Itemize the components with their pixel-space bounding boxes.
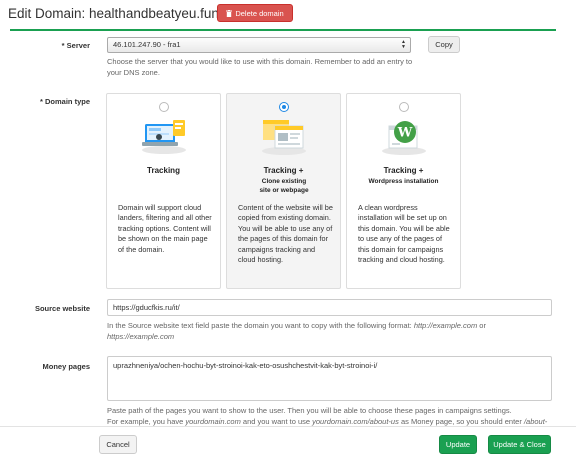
- money-help-line-2-prefix: For example, you have: [107, 417, 186, 426]
- wordpress-icon: W: [377, 112, 431, 156]
- modal-header: Edit Domain: healthandbeatyeu.fun Delete…: [0, 0, 576, 32]
- delete-domain-label: Delete domain: [235, 8, 284, 18]
- source-help-or: or: [477, 321, 486, 330]
- money-help-em-2: yourdomain.com/about-us: [312, 417, 399, 426]
- radio-tracking[interactable]: [159, 102, 169, 112]
- clone-pages-icon: [257, 112, 311, 156]
- source-help-example-1: http://example.com: [413, 321, 478, 330]
- card-title-wordpress: Tracking +: [383, 166, 424, 175]
- source-help-text: In the Source website text field paste t…: [107, 321, 414, 330]
- card-desc-tracking: Domain will support cloud landers, filte…: [118, 203, 212, 254]
- money-pages-help: Paste path of the pages you want to show…: [107, 405, 567, 427]
- monitor-tracking-icon: [137, 112, 191, 156]
- source-website-label: Source website: [34, 304, 90, 313]
- copy-button[interactable]: Copy: [428, 36, 460, 53]
- money-pages-label: Money pages: [42, 362, 90, 371]
- update-button[interactable]: Update: [439, 435, 477, 454]
- source-help-example-2: https://example.com: [107, 332, 175, 341]
- delete-domain-button[interactable]: Delete domain: [217, 4, 293, 22]
- select-arrows-icon: ▲ ▼: [401, 39, 406, 50]
- domain-type-label: * Domain type: [39, 97, 90, 106]
- page-title: Edit Domain: healthandbeatyeu.fun: [8, 6, 219, 21]
- card-subtitle-clone: Clone existing site or webpage: [259, 178, 309, 194]
- card-title-clone: Tracking +: [263, 166, 304, 175]
- server-select-value: 46.101.247.90 - fra1: [113, 40, 181, 49]
- radio-clone[interactable]: [279, 102, 289, 112]
- server-select[interactable]: 46.101.247.90 - fra1 ▲ ▼: [107, 37, 411, 53]
- modal-footer: Cancel Update Update & Close: [0, 426, 576, 463]
- update-close-button[interactable]: Update & Close: [488, 435, 551, 454]
- domain-type-card-clone[interactable]: Tracking + Clone existing site or webpag…: [226, 93, 341, 289]
- money-help-line-2-mid: and you want to use: [240, 417, 313, 426]
- money-pages-textarea[interactable]: uprazhneniya/ochen-hochu-byt-stroinoi-ka…: [107, 356, 552, 401]
- card-title-tracking: Tracking: [147, 166, 180, 175]
- card-desc-clone: Content of the website will be copied fr…: [238, 203, 333, 265]
- trash-icon: [226, 9, 233, 17]
- card-desc-wordpress: A clean wordpress installation will be s…: [358, 203, 450, 265]
- money-help-em-1: yourdomain.com: [185, 417, 241, 426]
- svg-text:W: W: [397, 126, 413, 141]
- server-help: Choose the server that you would like to…: [107, 57, 413, 77]
- money-help-line-2-suffix: as Money page, so you should enter: [398, 417, 524, 426]
- card-subtitle-wordpress: Wordpress installation: [368, 178, 439, 185]
- cancel-button[interactable]: Cancel: [99, 435, 137, 454]
- radio-wordpress[interactable]: [399, 102, 409, 112]
- money-help-em-3: /about-: [523, 417, 548, 426]
- server-label: * Server: [61, 41, 90, 50]
- source-website-help: In the Source website text field paste t…: [107, 320, 552, 342]
- domain-type-card-wordpress[interactable]: W Tracking + Wordpress installation A cl…: [346, 93, 461, 289]
- header-divider: [10, 29, 556, 31]
- source-website-input[interactable]: https://gducfkis.ru/it/: [107, 299, 552, 316]
- money-help-line-1: Paste path of the pages you want to show…: [107, 406, 512, 415]
- domain-type-card-tracking[interactable]: Tracking Domain will support cloud lande…: [106, 93, 221, 289]
